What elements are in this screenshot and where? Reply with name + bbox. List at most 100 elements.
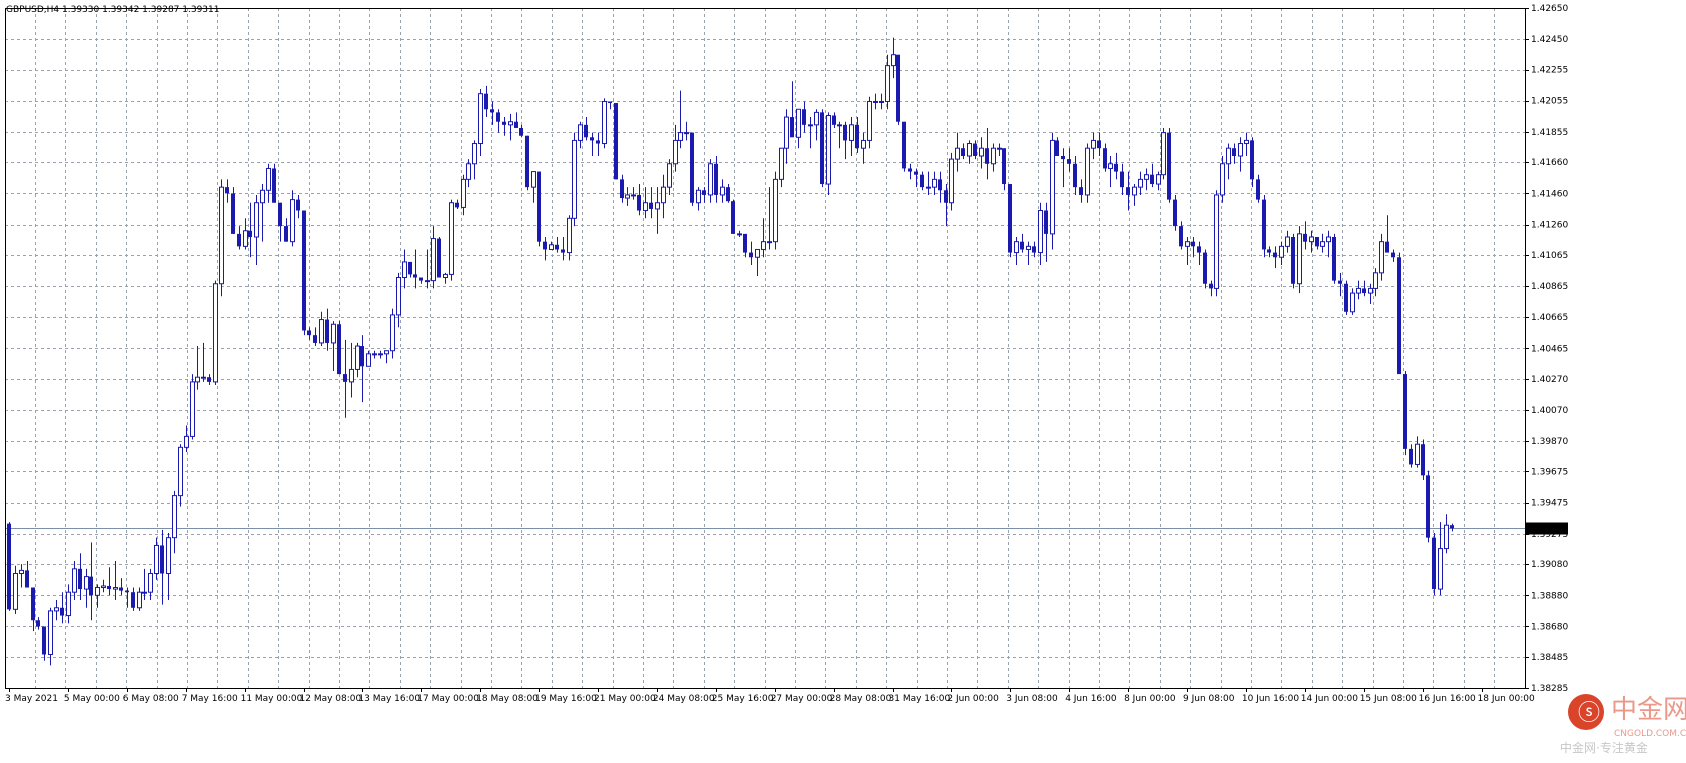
candle[interactable] [219, 179, 224, 297]
candle[interactable] [296, 194, 300, 219]
candle[interactable] [655, 187, 660, 234]
candle[interactable] [1138, 171, 1143, 195]
candle[interactable] [225, 179, 229, 203]
candle[interactable] [1008, 184, 1012, 258]
candle[interactable] [1356, 280, 1361, 300]
candle[interactable] [372, 350, 377, 359]
candle[interactable] [1338, 272, 1342, 297]
candle[interactable] [661, 174, 666, 219]
candle[interactable] [643, 187, 648, 219]
candle[interactable] [1108, 155, 1113, 188]
candle[interactable] [631, 187, 636, 200]
candle[interactable] [1150, 163, 1154, 188]
candle[interactable] [543, 237, 547, 261]
candle[interactable] [902, 121, 906, 172]
candle[interactable] [178, 444, 183, 507]
candle[interactable] [802, 101, 806, 133]
candle[interactable] [337, 321, 341, 375]
candle[interactable] [1173, 194, 1177, 231]
candle[interactable] [678, 90, 683, 149]
candle[interactable] [1385, 215, 1389, 253]
candle[interactable] [690, 132, 694, 206]
candle[interactable] [384, 350, 389, 364]
candle[interactable] [19, 564, 24, 588]
candle[interactable] [66, 584, 71, 624]
candle[interactable] [36, 617, 40, 630]
candle[interactable] [1014, 237, 1019, 266]
candle[interactable] [101, 579, 106, 593]
candle[interactable] [1067, 148, 1071, 172]
candle[interactable] [1232, 143, 1236, 164]
candle[interactable] [266, 163, 271, 203]
candle[interactable] [195, 346, 200, 390]
candle[interactable] [1444, 514, 1449, 554]
price-chart[interactable]: 1.42650 1.42450 1.42255 1.42055 1.41855 1.416… [0, 0, 1686, 763]
candle[interactable] [355, 342, 360, 378]
candle[interactable] [814, 109, 819, 141]
candle[interactable] [307, 327, 311, 340]
candle[interactable] [855, 117, 859, 153]
candle[interactable] [696, 187, 701, 211]
candle[interactable] [1315, 237, 1319, 250]
chart-window[interactable]: 1.42650 1.42450 1.42255 1.42055 1.41855 1.416… [0, 0, 1686, 763]
candle[interactable] [555, 237, 559, 253]
candle[interactable] [89, 542, 93, 621]
candle[interactable] [620, 174, 624, 203]
candle[interactable] [514, 112, 518, 128]
candle[interactable] [1391, 249, 1395, 262]
candle[interactable] [1055, 137, 1059, 156]
candle[interactable] [366, 350, 371, 367]
candle[interactable] [1032, 241, 1036, 258]
candle[interactable] [437, 237, 441, 278]
candle[interactable] [926, 171, 931, 195]
candle[interactable] [25, 561, 29, 588]
candle[interactable] [949, 152, 954, 211]
candle[interactable] [431, 226, 436, 289]
candle[interactable] [1285, 230, 1290, 253]
candle[interactable] [584, 117, 588, 141]
candle[interactable] [231, 187, 235, 234]
candle[interactable] [873, 93, 878, 110]
candle[interactable] [243, 218, 248, 250]
candle[interactable] [979, 137, 984, 169]
candle[interactable] [78, 553, 82, 600]
candle[interactable] [1397, 252, 1401, 375]
candle[interactable] [625, 187, 630, 206]
candle[interactable] [7, 522, 11, 611]
candle[interactable] [1450, 523, 1454, 532]
candle[interactable] [254, 194, 259, 266]
candle[interactable] [1050, 132, 1055, 250]
candle[interactable] [938, 171, 942, 203]
candle[interactable] [790, 81, 794, 138]
candle[interactable] [272, 163, 276, 203]
candle[interactable] [1167, 127, 1171, 203]
candle[interactable] [360, 335, 364, 403]
candle[interactable] [1185, 237, 1190, 266]
candle[interactable] [1214, 190, 1219, 297]
candle[interactable] [849, 117, 854, 156]
candle[interactable] [1279, 241, 1284, 266]
candle[interactable] [537, 171, 541, 247]
candle[interactable] [455, 199, 459, 209]
candle[interactable] [596, 132, 600, 156]
candle[interactable] [319, 311, 324, 347]
candle[interactable] [1044, 202, 1048, 262]
candle[interactable] [784, 109, 789, 164]
candle[interactable] [726, 184, 730, 203]
candle[interactable] [1409, 444, 1413, 468]
candle[interactable] [302, 210, 306, 336]
candle[interactable] [1203, 249, 1207, 289]
candle[interactable] [1191, 237, 1195, 258]
candle[interactable] [207, 374, 211, 385]
candle[interactable] [1114, 152, 1118, 180]
candle[interactable] [1079, 179, 1083, 203]
candle[interactable] [826, 112, 831, 195]
candle[interactable] [578, 121, 583, 149]
candle[interactable] [708, 159, 713, 203]
candle[interactable] [985, 127, 989, 180]
candle[interactable] [325, 308, 329, 351]
candle[interactable] [572, 132, 577, 227]
candle[interactable] [396, 272, 401, 328]
candle[interactable] [896, 54, 900, 125]
candle[interactable] [1256, 174, 1260, 203]
